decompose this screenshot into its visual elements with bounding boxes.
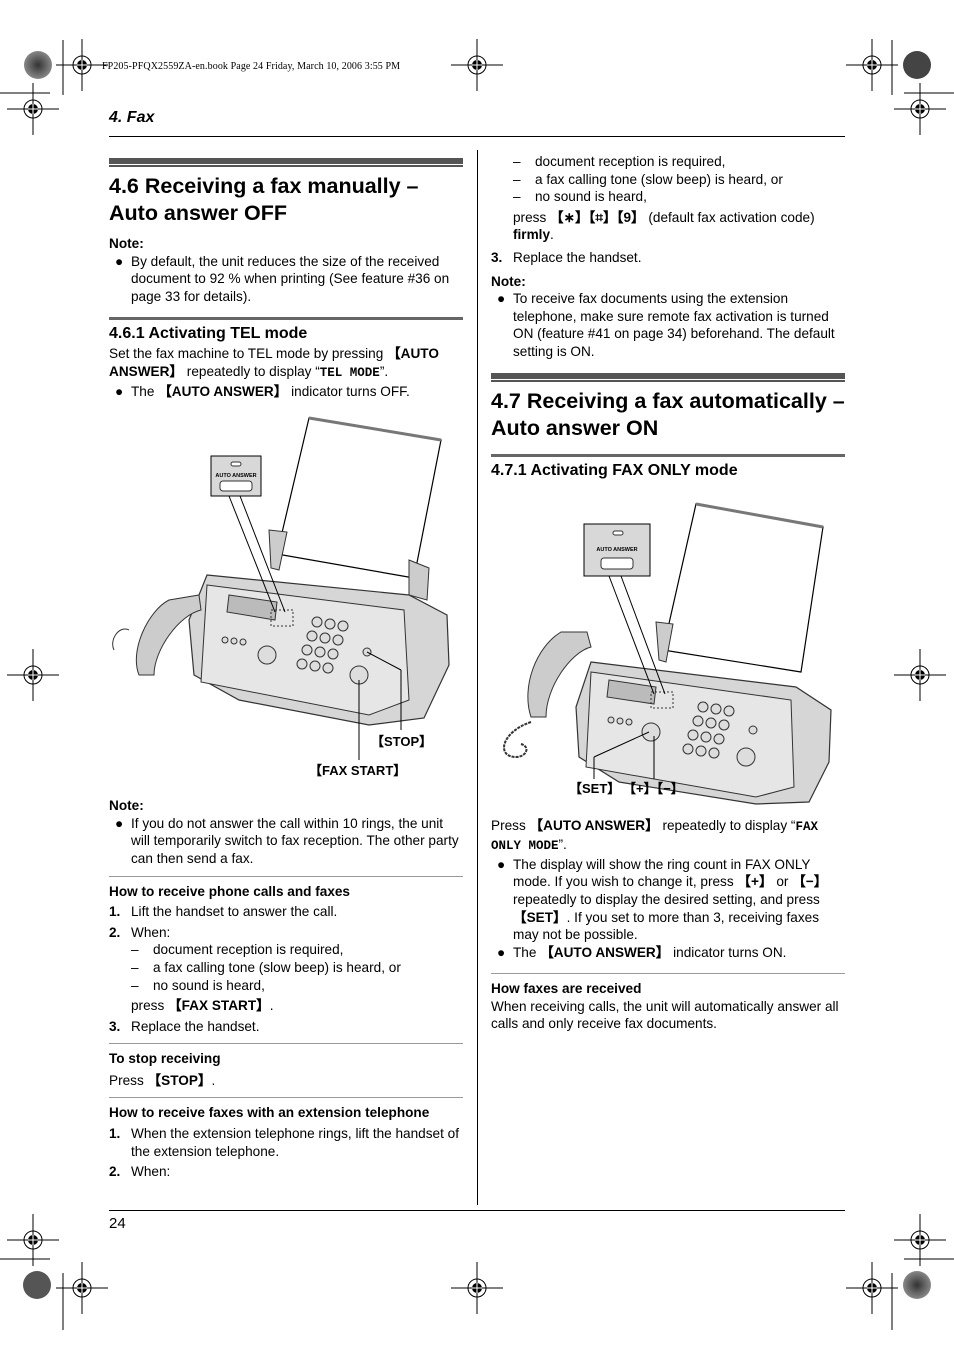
bullet-icon: ● bbox=[115, 253, 124, 269]
step-2: 2. When: – document reception is required,… bbox=[109, 924, 463, 1015]
chapter-header: 4. Fax bbox=[109, 109, 155, 126]
how-faxes-received-text: When receiving calls, the unit will auto… bbox=[491, 998, 839, 1032]
bullet-icon: ● bbox=[497, 291, 506, 307]
divider bbox=[109, 1043, 463, 1045]
step-3: 3. Replace the handset. bbox=[491, 249, 642, 265]
press-fax-start: press 【FAX START】. bbox=[131, 998, 274, 1014]
footer-rule bbox=[109, 1210, 845, 1211]
header-rule bbox=[109, 136, 845, 137]
section-bar bbox=[491, 372, 845, 380]
fax-start-label: 【FAX START】 bbox=[309, 763, 407, 779]
subsection-bar bbox=[491, 453, 845, 457]
note2-label: Note: bbox=[109, 798, 144, 814]
plus-minus-label: 【+】【−】 bbox=[623, 780, 684, 796]
subsection-title-4-6-1: 4.6.1 Activating TEL mode bbox=[109, 325, 308, 343]
condition-item: – a fax calling tone (slow beep) is heard… bbox=[131, 959, 401, 975]
fax-machine-icon bbox=[503, 502, 832, 805]
condition-list: – document reception is required, – a fax … bbox=[491, 153, 845, 244]
fax-machine-illustration-tel: AUTO ANSWER 【STOP】 【FAX START】 bbox=[109, 400, 463, 795]
section-title-4-6: 4.6 Receiving a fax manually – Auto answ… bbox=[109, 174, 419, 225]
right-column: – document reception is required, – a fax … bbox=[491, 153, 845, 1033]
subsection-title-4-7-1: 4.7.1 Activating FAX ONLY mode bbox=[491, 461, 738, 479]
bullet-icon: ● bbox=[115, 383, 124, 399]
step-1: 1. Lift the handset to answer the call. bbox=[109, 904, 338, 920]
fax-only-instructions: Press 【AUTO ANSWER】 repeatedly to displa… bbox=[491, 817, 818, 854]
set-label: 【SET】 bbox=[569, 780, 621, 796]
condition-item: – a fax calling tone (slow beep) is heard… bbox=[513, 171, 783, 187]
color-wheel-icon bbox=[24, 51, 52, 79]
auto-answer-callout-label: AUTO ANSWER bbox=[596, 546, 638, 553]
column-divider bbox=[477, 150, 478, 1205]
ext-step-2: 2. When: bbox=[109, 1164, 171, 1180]
section-title-4-7: 4.7 Receiving a fax automatically – Auto… bbox=[491, 388, 845, 440]
divider bbox=[109, 1097, 463, 1099]
stop-instruction: Press 【STOP】. bbox=[109, 1072, 216, 1088]
display-text: TEL MODE bbox=[319, 365, 380, 380]
subsection-bar bbox=[109, 317, 463, 321]
bullet-icon: ● bbox=[497, 856, 506, 872]
left-column: 4.6 Receiving a fax manually – Auto answ… bbox=[109, 158, 463, 1181]
bullet-icon: ● bbox=[497, 944, 506, 960]
indicator-bullet: ● The 【AUTO ANSWER】 indicator turns ON. bbox=[497, 944, 787, 960]
condition-item: – no sound is heard, bbox=[131, 977, 265, 993]
auto-answer-callout-label: AUTO ANSWER bbox=[215, 473, 257, 480]
divider bbox=[491, 973, 845, 975]
divider bbox=[109, 875, 463, 877]
page-number: 24 bbox=[109, 1215, 126, 1232]
step-3: 3. Replace the handset. bbox=[109, 1018, 260, 1034]
ring-count-bullet: ● The display will show the ring count in… bbox=[497, 856, 828, 943]
tel-mode-instructions: Set the fax machine to TEL mode by press… bbox=[109, 346, 439, 380]
note-bullet: ● By default, the unit reduces the size o… bbox=[115, 253, 450, 304]
note-bullet: ● To receive fax documents using the exte… bbox=[497, 291, 835, 359]
stop-receiving-heading: To stop receiving bbox=[109, 1051, 221, 1067]
section-bar bbox=[109, 158, 463, 165]
press-activation-code: press 【∗】【⌗】【9】 (default fax activation … bbox=[513, 209, 815, 243]
fax-machine-illustration-fax-only: AUTO ANSWER 【SET】 【+】【−】 bbox=[491, 482, 845, 817]
note-label: Note: bbox=[109, 236, 144, 251]
ext-step-1: 1. When the extension telephone rings, li… bbox=[109, 1126, 459, 1159]
extension-heading: How to receive faxes with an extension t… bbox=[109, 1105, 430, 1121]
bullet-icon: ● bbox=[115, 815, 124, 831]
tel-bullet: ● The 【AUTO ANSWER】 indicator turns OFF. bbox=[115, 383, 410, 399]
note-label: Note: bbox=[491, 273, 526, 289]
note2-bullet: ● If you do not answer the call within 10… bbox=[115, 815, 459, 866]
phone-calls-heading: How to receive phone calls and faxes bbox=[109, 883, 350, 899]
activation-code-keys: 【∗】【⌗】【9】 bbox=[550, 209, 645, 225]
condition-item: – document reception is required, bbox=[131, 942, 344, 958]
condition-item: – document reception is required, bbox=[513, 154, 726, 169]
condition-item: – no sound is heard, bbox=[513, 189, 647, 205]
stop-label: 【STOP】 bbox=[371, 734, 433, 750]
how-faxes-received-heading: How faxes are received bbox=[491, 981, 642, 997]
print-slug: FP205-PFQX2559ZA-en.book Page 24 Friday,… bbox=[102, 61, 401, 72]
